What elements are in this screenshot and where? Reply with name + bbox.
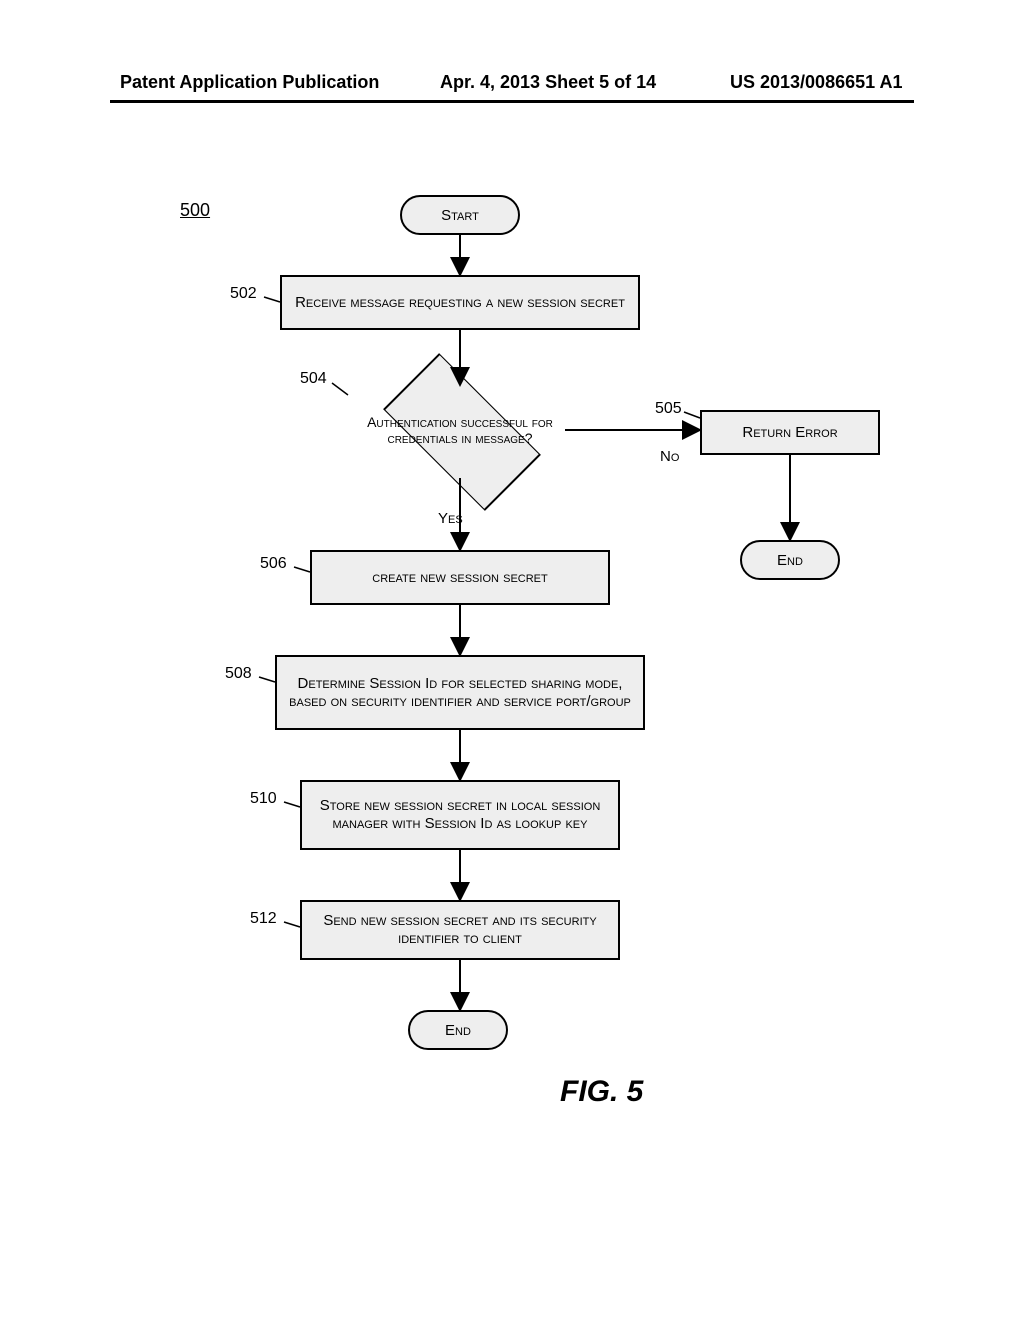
patent-page: Patent Application Publication Apr. 4, 2… (0, 0, 1024, 1320)
process-506: create new session secret (310, 550, 610, 605)
ref-512: 512 (250, 910, 277, 928)
terminator-start-label: Start (441, 207, 479, 224)
ref-512-text: 512 (250, 910, 277, 927)
ref-510-text: 510 (250, 790, 277, 807)
terminator-end-right: End (740, 540, 840, 580)
process-512-text: Send new session secret and its security… (310, 912, 610, 948)
ref-508: 508 (225, 665, 252, 683)
ref-504-text: 504 (300, 370, 327, 387)
header-rule (110, 100, 914, 103)
header-center: Apr. 4, 2013 Sheet 5 of 14 (440, 72, 656, 93)
ref-505-text: 505 (655, 400, 682, 417)
ref-510: 510 (250, 790, 277, 808)
process-512: Send new session secret and its security… (300, 900, 620, 960)
edge-yes: Yes (438, 510, 463, 527)
process-502: Receive message requesting a new session… (280, 275, 640, 330)
flowchart-canvas: 500 Start Receive message requesting a n… (0, 180, 1024, 1180)
process-508: Determine Session Id for selected sharin… (275, 655, 645, 730)
edge-no: No (660, 448, 679, 465)
figure-caption: FIG. 5 (560, 1075, 643, 1109)
terminator-end-label: End (445, 1022, 471, 1039)
header-left: Patent Application Publication (120, 72, 379, 93)
process-502-text: Receive message requesting a new session… (295, 294, 625, 312)
process-505: Return Error (700, 410, 880, 455)
diagram-ref-500: 500 (180, 200, 210, 221)
ref-502: 502 (230, 285, 257, 303)
ref-502-text: 502 (230, 285, 257, 302)
process-510-text: Store new session secret in local sessio… (310, 797, 610, 833)
ref-508-text: 508 (225, 665, 252, 682)
decision-504: Authentication successful for credential… (320, 360, 600, 500)
decision-504-text: Authentication successful for credential… (320, 360, 600, 500)
ref-506: 506 (260, 555, 287, 573)
process-505-text: Return Error (742, 424, 837, 442)
ref-506-text: 506 (260, 555, 287, 572)
page-header: Patent Application Publication Apr. 4, 2… (0, 72, 1024, 102)
terminator-end: End (408, 1010, 508, 1050)
terminator-start: Start (400, 195, 520, 235)
header-right: US 2013/0086651 A1 (730, 72, 902, 93)
ref-505: 505 (655, 400, 682, 418)
ref-504: 504 (300, 370, 327, 388)
process-508-text: Determine Session Id for selected sharin… (285, 675, 635, 711)
process-510: Store new session secret in local sessio… (300, 780, 620, 850)
process-506-text: create new session secret (372, 569, 548, 587)
terminator-end-right-label: End (777, 552, 803, 569)
